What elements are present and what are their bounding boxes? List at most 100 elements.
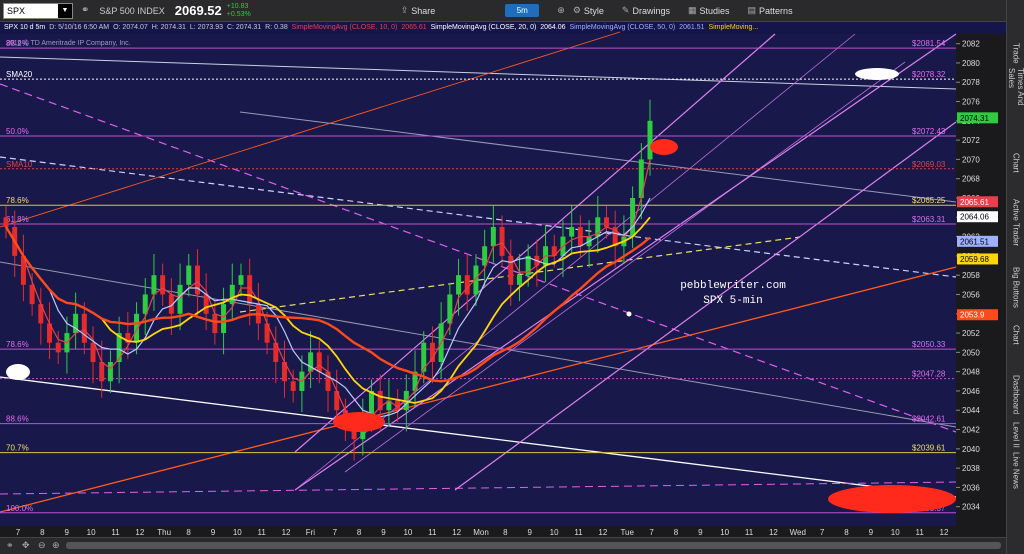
x-tick-label: 8: [674, 528, 679, 537]
x-tick-label: 11: [574, 528, 583, 537]
y-tick-label: 2038: [962, 464, 980, 473]
level-left-label: 78.6%: [6, 340, 29, 349]
chevron-down-icon[interactable]: ▼: [58, 3, 72, 18]
x-tick-label: 10: [720, 528, 729, 537]
style-label: Style: [583, 5, 604, 16]
level-left-label: 100.0%: [6, 504, 33, 513]
target-ellipse-high: [650, 139, 678, 155]
y-tick-label: 2082: [962, 40, 980, 49]
link-icon[interactable]: ⚭: [81, 5, 89, 16]
x-tick-label: 12: [135, 528, 144, 537]
crosshair-icon[interactable]: ✥: [22, 540, 30, 551]
timeframe-button[interactable]: 5m: [505, 4, 540, 17]
level-left-label: 78.6%: [6, 196, 29, 205]
level-left-label: SMA20: [6, 70, 33, 79]
style-button[interactable]: ⚙ Style: [573, 5, 604, 16]
candle-body: [647, 120, 653, 160]
candle-body: [81, 313, 87, 343]
candle-body: [160, 275, 166, 295]
x-tick-label: 9: [528, 528, 533, 537]
x-tick-label: 10: [891, 528, 900, 537]
level-label: $2069.03: [912, 160, 946, 169]
x-tick-label: 8: [844, 528, 849, 537]
x-tick-label: 11: [745, 528, 754, 537]
x-tick-label: 12: [940, 528, 949, 537]
x-tick-label: 10: [87, 528, 96, 537]
sidebar-tab[interactable]: Chart: [1007, 138, 1024, 188]
x-tick-label: Wed: [790, 528, 806, 537]
y-tick-label: 2040: [962, 445, 980, 454]
x-tick-label: Mon: [473, 528, 489, 537]
y-tick-label: 2036: [962, 483, 980, 492]
y-tick-label: 2058: [962, 271, 980, 280]
level-left-label: 50.0%: [6, 127, 29, 136]
x-tick-label: 12: [452, 528, 461, 537]
drawings-button[interactable]: ✎ Drawings: [622, 5, 670, 16]
magnifier-button[interactable]: ⊕: [557, 5, 565, 16]
price-badge-label: 2059.68: [960, 255, 989, 264]
x-tick-label: 8: [503, 528, 508, 537]
x-tick-label: 11: [915, 528, 924, 537]
studies-button[interactable]: ▦ Studies: [688, 5, 730, 16]
target-ellipse-bottom: [828, 485, 956, 513]
candle-body: [221, 304, 227, 334]
x-tick-label: 10: [550, 528, 559, 537]
sidebar-tab[interactable]: Times And Sales: [1007, 68, 1024, 118]
y-tick-label: 2076: [962, 98, 980, 107]
y-tick-label: 2072: [962, 136, 980, 145]
pivot-dot: [626, 311, 632, 317]
candle-body: [134, 313, 140, 343]
x-tick-label: 10: [403, 528, 412, 537]
watermark-line1: pebblewriter.com: [680, 280, 786, 292]
share-label: Share: [411, 5, 436, 16]
zoom-in-icon[interactable]: ⊕: [52, 540, 60, 551]
status-bar: ⚭ ✥ ⊖ ⊕: [0, 537, 1006, 554]
candle-body: [55, 342, 61, 353]
level-left-label: 88.2%: [6, 39, 29, 48]
x-tick-label: 8: [40, 528, 45, 537]
x-tick-label: 12: [282, 528, 291, 537]
share-button[interactable]: ⇪ Share: [401, 5, 436, 16]
level-left-label: 61.8%: [6, 215, 29, 224]
index-name: S&P 500 INDEX: [99, 5, 165, 16]
price-badge-label: 2074.31: [960, 114, 989, 123]
level-label: $2047.28: [912, 370, 946, 379]
white-ellipse-top: [855, 68, 899, 80]
x-tick-label: 7: [16, 528, 21, 537]
candle-body: [490, 226, 496, 247]
time-scrollbar[interactable]: [66, 542, 1001, 549]
level-label: $2078.32: [912, 70, 946, 79]
x-tick-label: 11: [258, 528, 267, 537]
sidebar-tab[interactable]: Active Trader: [1007, 198, 1024, 248]
price-chart[interactable]: 2016 © TD Ameritrade IP Company, Inc. $2…: [0, 22, 1006, 537]
studies-label: Studies: [699, 5, 730, 16]
patterns-label: Patterns: [759, 5, 793, 16]
candle-body: [456, 275, 462, 295]
candle-body: [107, 362, 113, 382]
sidebar-tab[interactable]: Chart: [1007, 310, 1024, 360]
right-sidebar: Trade Times And Sales Chart Active Trader Bi…: [1006, 0, 1024, 554]
level-label: $2050.33: [912, 340, 946, 349]
level-label: $2065.25: [912, 196, 946, 205]
toolbar: SPX ▼ ⚭ S&P 500 INDEX 2069.52 +10.83 +0.…: [0, 0, 1006, 22]
y-tick-label: 2070: [962, 155, 980, 164]
level-label: $2039.61: [912, 444, 946, 453]
candle-body: [3, 217, 9, 227]
x-tick-label: 7: [333, 528, 338, 537]
candle-body: [499, 226, 505, 256]
x-tick-label: 7: [649, 528, 654, 537]
level-left-label: SMA10: [6, 160, 33, 169]
drawing-tool-icon[interactable]: ⚭: [6, 540, 14, 551]
x-tick-label: 9: [211, 528, 216, 537]
x-tick-label: 7: [820, 528, 825, 537]
sidebar-tab[interactable]: Big Buttons: [1007, 262, 1024, 312]
x-tick-label: 9: [65, 528, 70, 537]
symbol-input[interactable]: SPX ▼: [3, 2, 73, 19]
patterns-button[interactable]: ▤ Patterns: [748, 5, 793, 16]
gear-icon: ⚙: [572, 5, 581, 15]
sidebar-tab[interactable]: Live News: [1007, 445, 1024, 495]
zoom-out-icon[interactable]: ⊖: [38, 540, 46, 551]
share-icon: ⇪: [400, 5, 409, 15]
candle-body: [630, 198, 636, 237]
candle-body: [229, 284, 235, 305]
